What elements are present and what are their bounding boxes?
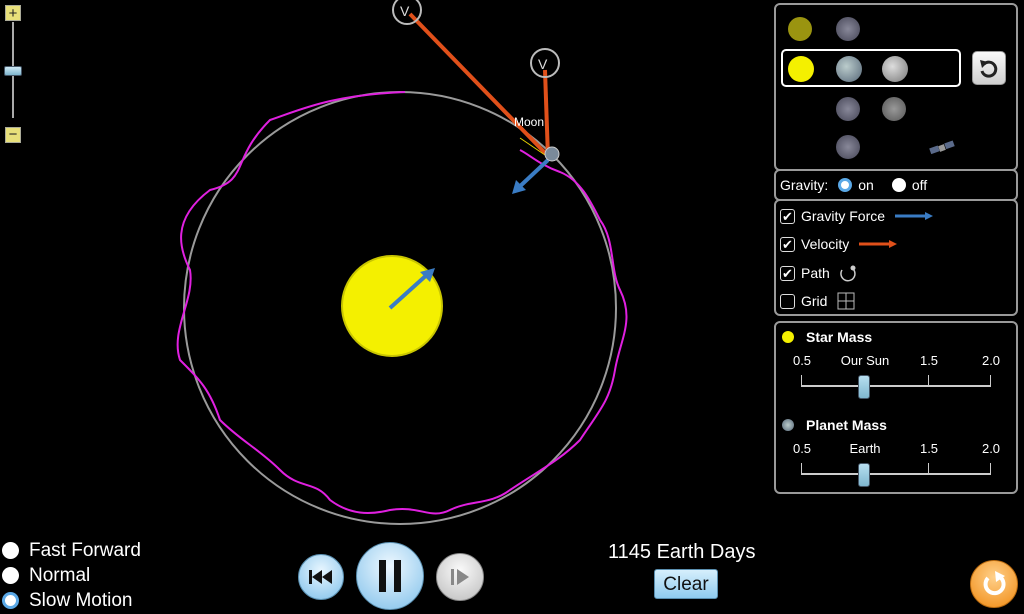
moon-velocity-v-label: V [538,56,548,72]
star-mass-tick-3: 2.0 [981,353,1001,368]
planet-velocity-arrow [408,12,552,160]
velocity-label: Velocity [801,236,850,252]
planet-mass-tickmark [801,463,802,473]
star-mass-tick-1: Our Sun [840,353,890,368]
speed-slow-motion-label: Slow Motion [29,589,133,611]
gravity-force-arrow-icon [895,212,934,220]
pause-icon [379,560,401,592]
star-mass-tickmark [928,375,929,385]
pause-button[interactable] [356,542,424,610]
velocity-arrow-icon [859,240,898,248]
path-curve-icon [840,265,856,282]
speed-fast-forward[interactable]: Fast Forward [2,538,141,563]
velocity-checkbox[interactable]: ✔ [780,236,795,252]
star-mass-tickmark [801,375,802,385]
satellite-icon[interactable] [928,139,956,157]
preset-planet-dim-icon-2[interactable] [836,97,860,121]
step-forward-icon [451,569,469,585]
star-mass-thumb[interactable] [858,375,870,399]
mass-panel: Star Mass 0.5 Our Sun 1.5 2.0 Planet Mas… [774,321,1018,494]
display-options-panel: ✔ Gravity Force ✔ Velocity ✔ Path Grid [774,199,1018,316]
reset-button[interactable] [972,51,1006,85]
moon-label: Moon [514,115,544,129]
rewind-icon [309,570,332,584]
speed-normal-radio[interactable] [2,567,19,584]
gravity-panel: Gravity: on off [774,169,1018,201]
grid-label: Grid [801,293,828,309]
path-checkbox[interactable]: ✔ [780,265,795,281]
zoom-slider-thumb[interactable] [4,66,22,76]
planet-body[interactable] [544,146,560,162]
planet-mass-title: Planet Mass [806,417,887,433]
preset-moon-dim-icon[interactable] [882,97,906,121]
planet-velocity-v-label: V [400,3,410,19]
preset-moon-icon [882,56,908,82]
preset-star-dim-icon[interactable] [788,17,812,41]
gravity-on-label[interactable]: on [858,177,874,193]
preset-planet-icon [836,56,862,82]
speed-options: Fast Forward Normal Slow Motion [2,538,141,613]
planet-mass-thumb[interactable] [858,463,870,487]
speed-normal-label: Normal [29,564,91,586]
gravity-off-radio[interactable] [891,178,906,192]
preset-planet-dim-icon-3[interactable] [836,135,860,159]
step-button[interactable] [436,553,484,601]
speed-normal[interactable]: Normal [2,563,141,588]
zoom-in-button[interactable]: + [5,5,21,21]
clear-button[interactable]: Clear [654,569,718,599]
planet-mass-tickmark [990,463,991,473]
star-mass-tickmark [990,375,991,385]
grid-icon [837,292,855,310]
reset-arrow-icon [980,60,998,78]
gravity-on-radio[interactable] [838,178,853,192]
planet-mass-icon [782,419,794,431]
simulation-canvas[interactable]: V V Moon [0,0,770,614]
planet-mass-track[interactable] [801,473,991,475]
planet-mass-tick-1: Earth [849,441,881,456]
star-mass-tick-0: 0.5 [792,353,812,368]
planet-mass-tick-2: 1.5 [919,441,939,456]
path-label: Path [801,265,830,281]
velocity-option[interactable]: ✔ Velocity [780,236,899,252]
grid-checkbox[interactable] [780,293,795,309]
gravity-label: Gravity: [780,177,829,193]
star-mass-title: Star Mass [806,329,873,345]
reset-all-icon [983,571,1006,596]
speed-slow-motion-radio[interactable] [2,592,19,609]
path-option[interactable]: ✔ Path [780,264,858,282]
zoom-out-button[interactable]: − [5,127,21,143]
grid-option[interactable]: Grid [780,292,855,310]
gravity-force-label: Gravity Force [801,208,886,224]
elapsed-time-readout: 1145 Earth Days [608,541,756,563]
preset-star-icon [788,56,814,82]
moon-velocity-arrow [543,69,550,159]
speed-fast-forward-radio[interactable] [2,542,19,559]
gravity-force-checkbox[interactable]: ✔ [780,208,795,224]
speed-slow-motion[interactable]: Slow Motion [2,588,141,613]
gravity-force-option[interactable]: ✔ Gravity Force [780,208,935,224]
speed-fast-forward-label: Fast Forward [29,539,141,561]
planet-mass-tick-3: 2.0 [981,441,1001,456]
bodies-panel [774,3,1018,171]
gravity-off-label[interactable]: off [912,177,927,193]
planet-mass-tickmark [928,463,929,473]
rewind-button[interactable] [298,554,344,600]
planet-mass-tick-0: 0.5 [792,441,812,456]
star-mass-tick-2: 1.5 [919,353,939,368]
reset-all-button[interactable] [970,560,1018,608]
preset-planet-dim-icon[interactable] [836,17,860,41]
star-mass-icon [782,331,794,343]
star-mass-track[interactable] [801,385,991,387]
